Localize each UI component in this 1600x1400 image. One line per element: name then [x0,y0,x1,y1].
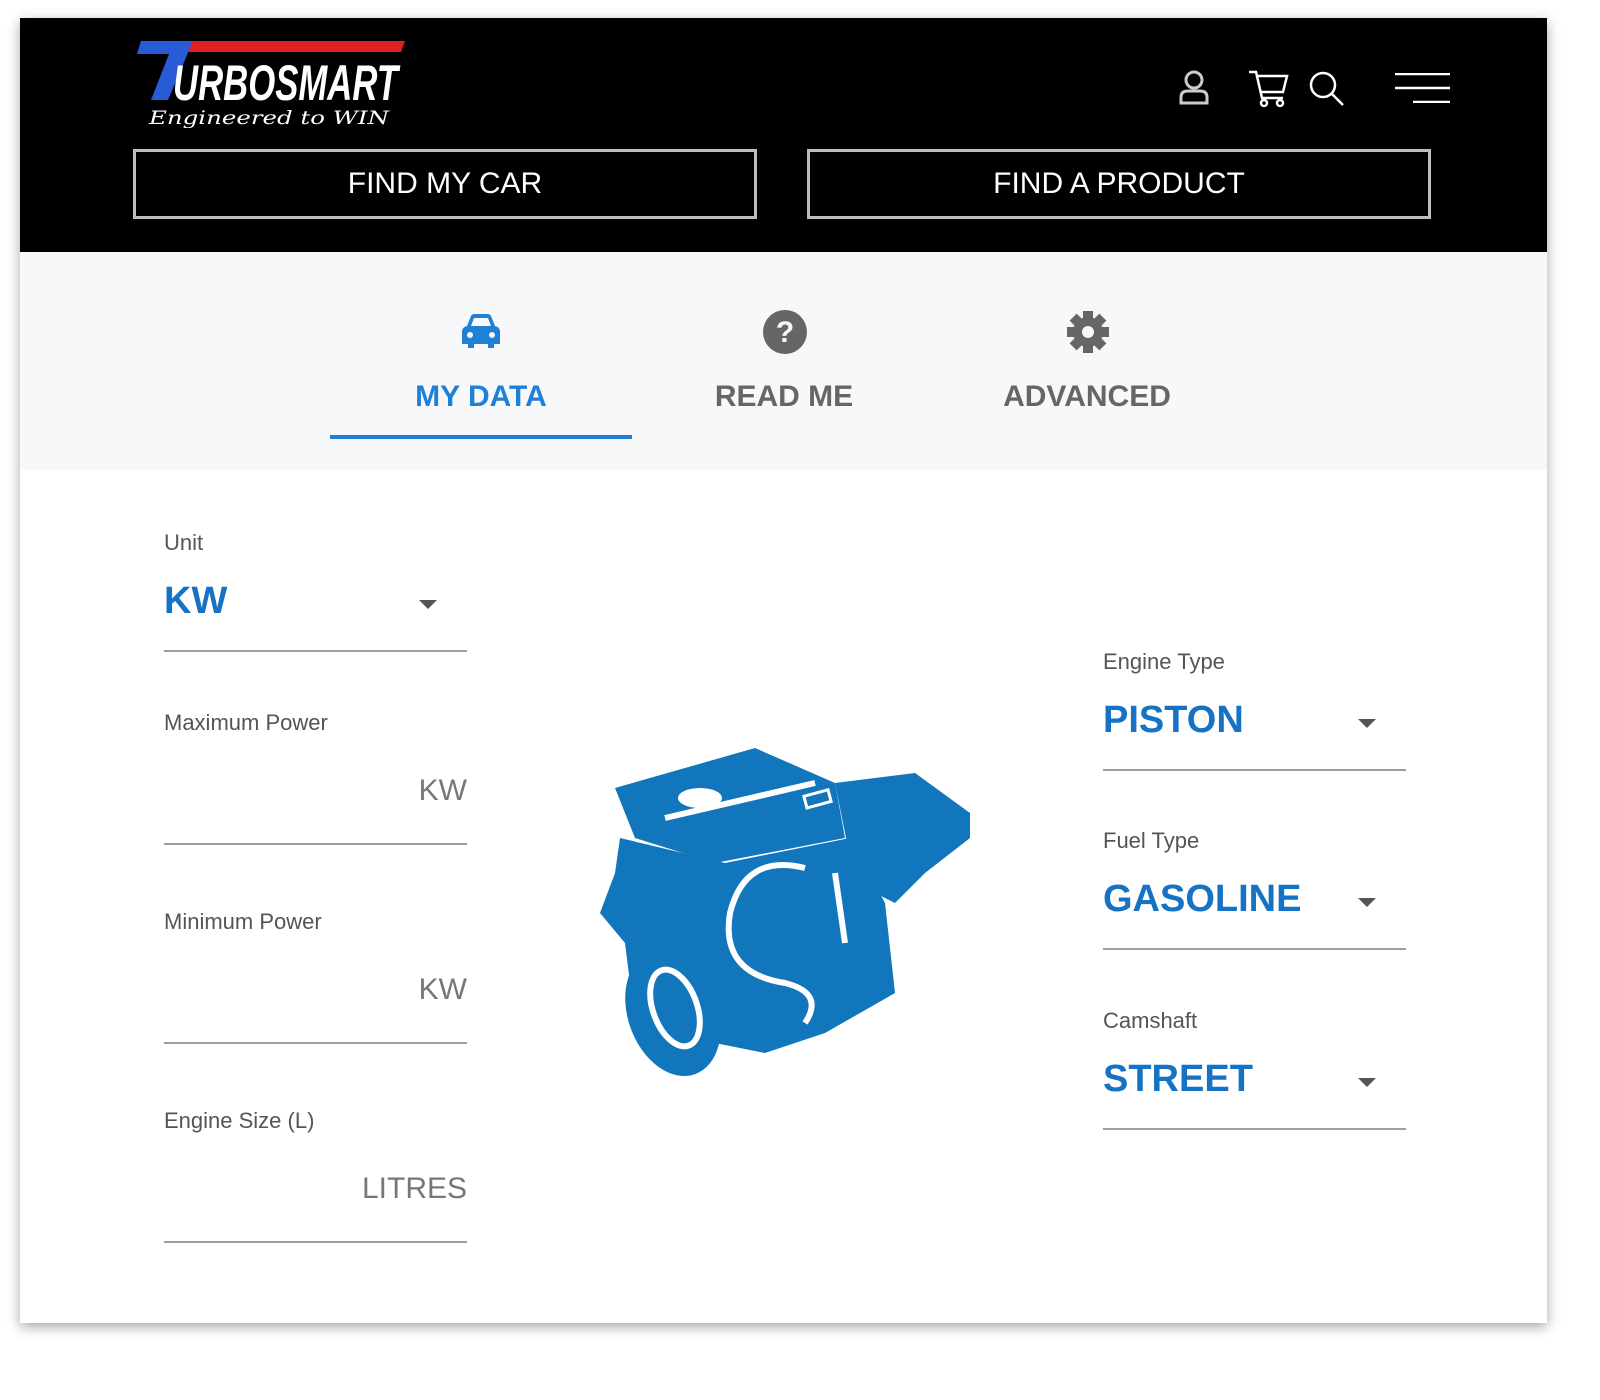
engine-type-label: Engine Type [1103,649,1225,674]
fuel-type-label: Fuel Type [1103,828,1200,853]
user-icon[interactable] [1178,70,1210,106]
engine-size-unit: LITRES [361,1172,467,1205]
svg-text:Engineered to WIN: Engineered to WIN [148,107,391,128]
find-a-product-button[interactable]: FIND A PRODUCT [807,149,1431,219]
min-power-input[interactable]: KW [164,947,467,1044]
menu-icon[interactable] [1395,73,1451,103]
fuel-type-select[interactable]: GASOLINE [1103,866,1406,950]
find-my-car-button[interactable]: FIND MY CAR [133,149,757,219]
unit-select[interactable]: KW [164,568,467,652]
min-power-label: Minimum Power [164,909,322,934]
camshaft-label: Camshaft [1103,1008,1198,1033]
svg-text:URBOSMART: URBOSMART [173,55,401,111]
gear-icon [1067,311,1109,353]
car-icon [462,314,500,348]
tab-bar: MY DATA ? READ ME ADVANCED [20,252,1547,470]
tab-label: ADVANCED [1003,380,1171,413]
chevron-down-icon [419,600,437,609]
tab-my-data[interactable]: MY DATA [330,252,632,439]
max-power-unit: KW [418,774,467,807]
engine-size-label: Engine Size (L) [164,1108,315,1133]
cart-icon[interactable] [1248,70,1290,108]
min-power-unit: KW [418,973,467,1006]
help-icon: ? [763,310,807,354]
max-power-label: Maximum Power [164,710,328,735]
engine-size-input[interactable]: LITRES [164,1146,467,1243]
unit-label: Unit [164,530,204,555]
unit-value: KW [164,580,228,622]
header: URBOSMART Engineered to WIN FIND MY CAR … [20,18,1547,252]
camshaft-value: STREET [1103,1058,1253,1100]
tab-label: READ ME [714,380,854,413]
search-icon[interactable] [1308,70,1346,108]
tab-read-me[interactable]: ? READ ME [633,252,935,435]
app-card: URBOSMART Engineered to WIN FIND MY CAR … [20,18,1547,1323]
tab-label: MY DATA [415,380,547,413]
engine-illustration [600,748,970,1076]
engine-type-select[interactable]: PISTON [1103,687,1406,771]
turbosmart-logo[interactable]: URBOSMART Engineered to WIN [133,38,408,128]
engine-type-value: PISTON [1103,699,1244,741]
max-power-input[interactable]: KW [164,748,467,845]
tab-advanced[interactable]: ADVANCED [936,252,1238,435]
chevron-down-icon [1358,719,1376,728]
svg-text:?: ? [776,316,794,349]
fuel-type-value: GASOLINE [1103,878,1302,920]
chevron-down-icon [1358,898,1376,907]
chevron-down-icon [1358,1078,1376,1087]
camshaft-select[interactable]: STREET [1103,1046,1406,1130]
